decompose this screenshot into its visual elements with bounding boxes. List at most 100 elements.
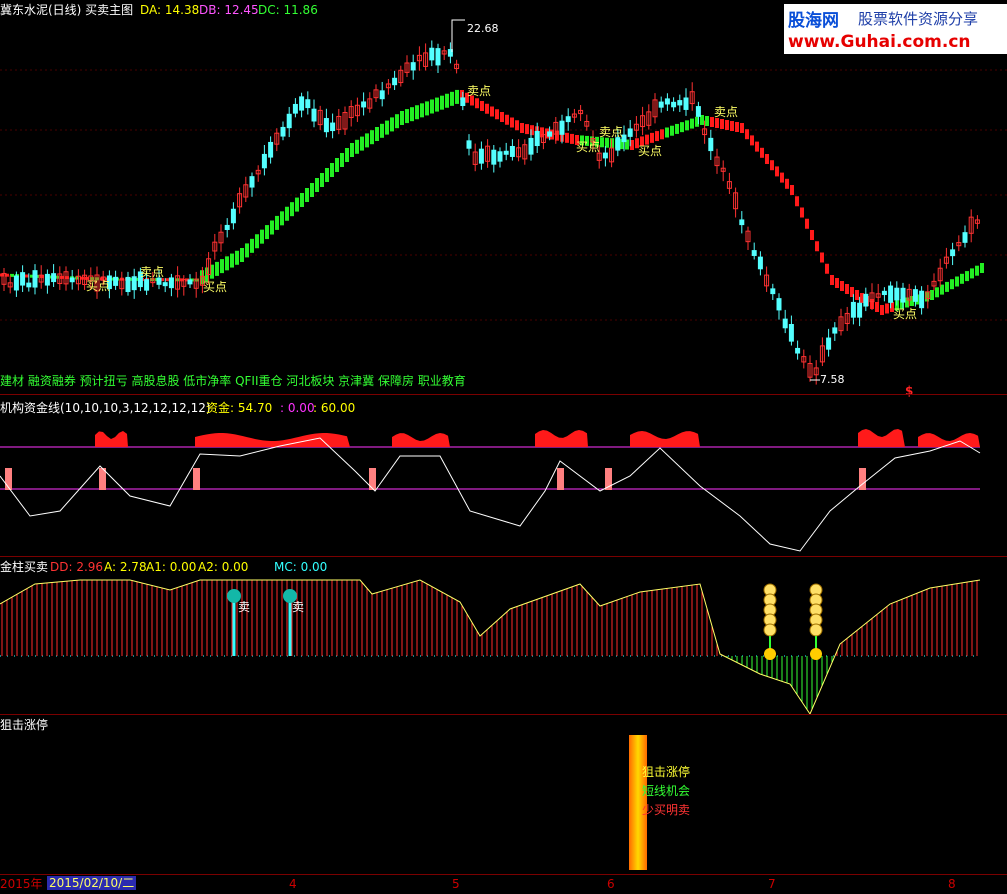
fund-hump — [630, 431, 700, 447]
candle-body — [602, 152, 608, 159]
candle-body — [286, 113, 292, 129]
ribbon-block — [340, 153, 344, 167]
divider-1 — [0, 394, 1007, 395]
signal-buy-1: 买点 — [86, 279, 111, 293]
fund-marker — [557, 468, 564, 490]
gold-bar-chart[interactable] — [0, 574, 1007, 714]
dollar-mark: $ — [905, 384, 914, 398]
ribbon-block — [770, 160, 774, 171]
candle-body — [410, 62, 416, 71]
candle-body — [826, 337, 832, 350]
ribbon-block — [810, 230, 814, 240]
ribbon-block — [430, 99, 434, 114]
ribbon-block — [750, 135, 754, 146]
candle-body — [528, 137, 534, 155]
ribbon-block — [410, 107, 414, 122]
ribbon-block — [715, 118, 719, 128]
high-price-label: 22.68 — [467, 22, 499, 35]
ribbon-block — [245, 243, 249, 258]
ribbon-block — [385, 120, 389, 135]
sell-label-2: 卖 — [292, 600, 305, 614]
coin-icon — [809, 623, 823, 637]
ribbon-block — [285, 206, 289, 221]
ribbon-block — [765, 154, 769, 164]
ribbon-block — [740, 123, 744, 133]
sector-tags: 建材 融资融券 预计扭亏 高股息股 低市净率 QFII重仓 河北板块 京津冀 保… — [0, 374, 466, 388]
candle-body — [900, 287, 906, 303]
fund-value-2: : 0.00 — [280, 401, 315, 415]
candle-body — [962, 232, 968, 243]
signal-buy-5: 买点 — [893, 307, 918, 321]
candle-body — [249, 176, 255, 188]
candle-body — [478, 148, 484, 164]
candle-body — [627, 128, 633, 137]
axis-tick-4: 4 — [289, 877, 297, 891]
high-marker — [451, 19, 465, 52]
signal-sell-3: 卖点 — [599, 125, 624, 139]
mc-value: MC: 0.00 — [274, 560, 328, 574]
ribbon-block — [670, 125, 674, 136]
ribbon-block — [675, 123, 679, 134]
ribbon-block — [375, 127, 379, 141]
signal-buy-2: 买点 — [203, 280, 228, 294]
ribbon-block — [395, 114, 399, 129]
ribbon-block — [345, 148, 349, 162]
candle-body — [13, 275, 19, 291]
fund-line-chart[interactable] — [0, 416, 1007, 556]
fund-hump — [392, 433, 450, 447]
candle-body — [429, 47, 435, 61]
ribbon-block — [400, 111, 404, 125]
ribbon-block — [795, 196, 799, 207]
candle-body — [311, 108, 317, 122]
candle-body — [658, 101, 664, 108]
signal-sell-2: 卖点 — [467, 84, 492, 98]
ribbon-block — [265, 225, 269, 240]
candle-body — [888, 285, 894, 303]
ribbon-block — [495, 109, 499, 120]
divider-3 — [0, 714, 1007, 715]
candle-body — [261, 153, 267, 169]
divider-2 — [0, 556, 1007, 557]
candle-body — [156, 277, 162, 285]
candle-body — [113, 276, 119, 286]
snipe-title: 狙击涨停 — [0, 718, 49, 732]
candle-body — [788, 324, 794, 342]
candle-body — [708, 137, 714, 152]
axis-current-date[interactable]: 2015/02/10/二 — [47, 876, 137, 890]
ribbon-block — [270, 220, 274, 235]
ribbon-block — [840, 281, 844, 291]
candle-body — [323, 118, 329, 133]
ribbon-block — [945, 281, 949, 292]
candle-body — [131, 276, 137, 291]
candle-body — [460, 97, 466, 107]
candle-body — [168, 277, 174, 289]
ribbon-block — [215, 261, 219, 276]
candle-body — [51, 273, 57, 283]
fund-value: 资金: 54.70 — [206, 401, 273, 415]
ribbon-block — [325, 168, 329, 182]
ribbon-block — [455, 89, 459, 104]
fund-hump — [535, 430, 588, 447]
ribbon-block — [290, 202, 294, 217]
fund-title: 机构资金线(10,10,10,3,12,12,12,12) — [0, 401, 211, 415]
ribbon-block — [980, 263, 984, 273]
a1-value: A1: 0.00 — [146, 560, 197, 574]
ribbon-block — [355, 139, 359, 154]
main-price-chart[interactable] — [0, 0, 1007, 392]
candle-body — [739, 219, 745, 226]
buy-signal-marker — [810, 648, 822, 660]
ribbon-block — [365, 133, 369, 148]
ribbon-block — [975, 265, 979, 276]
candle-body — [503, 150, 509, 155]
axis-year: 2015年 — [0, 877, 43, 891]
ribbon-block — [565, 132, 569, 143]
a-value: A: 2.78 — [104, 560, 147, 574]
candle-body — [671, 101, 677, 108]
ribbon-block — [475, 98, 479, 109]
candle-body — [268, 141, 274, 158]
signal-sell-4: 卖点 — [714, 105, 739, 119]
candle-body — [144, 279, 150, 291]
candle-body — [695, 106, 701, 117]
ribbon-block — [745, 129, 749, 140]
candle-body — [770, 288, 776, 295]
